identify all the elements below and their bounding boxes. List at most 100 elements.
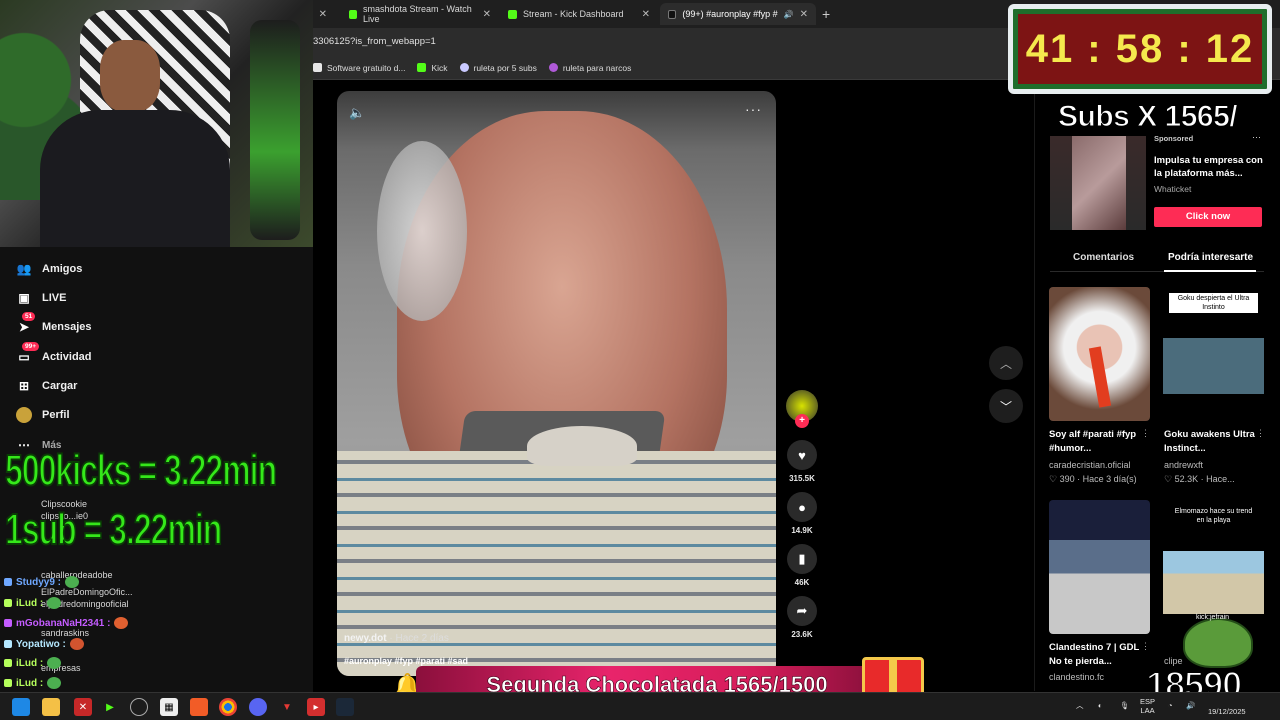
app-icon[interactable]: ✕ xyxy=(74,698,92,716)
system-date[interactable]: 19/12/2025 xyxy=(1208,707,1246,716)
steam-icon[interactable] xyxy=(336,698,354,716)
volume-icon[interactable]: 🔈 xyxy=(349,105,365,121)
suggested-video-user[interactable]: andrewxft xyxy=(1164,460,1203,470)
tray-chevron-icon[interactable]: ︿ xyxy=(1076,701,1084,710)
share-icon[interactable]: ➦ xyxy=(787,596,817,626)
like-count: 315.5K xyxy=(789,474,815,483)
chat-user: Studyy9 : xyxy=(16,576,62,588)
language-indicator[interactable]: ESP LAA xyxy=(1140,697,1155,715)
app-icon[interactable]: ▦ xyxy=(160,698,178,716)
follow-button[interactable]: + xyxy=(795,414,809,428)
notification-badge: 51 xyxy=(22,312,36,321)
more-options-icon[interactable]: ⋮ xyxy=(1256,428,1265,439)
notification-badge: 99+ xyxy=(22,342,40,351)
save-count: 46K xyxy=(794,578,810,587)
messages-icon: ➤ 51 xyxy=(16,312,36,335)
bookmark-kick[interactable]: Kick xyxy=(417,63,448,73)
next-video-button[interactable]: ﹀ xyxy=(989,389,1023,423)
ad-thumbnail[interactable] xyxy=(1050,136,1146,230)
bookmark-icon xyxy=(459,63,469,72)
sidebar-item-amigos[interactable]: 👥 Amigos xyxy=(16,261,83,277)
windows-start-icon[interactable] xyxy=(12,698,30,716)
sidebar-item-mensajes[interactable]: ➤ 51 Mensajes xyxy=(16,312,92,335)
sidebar-item-actividad[interactable]: ▭ 99+ Actividad xyxy=(16,342,92,365)
active-tab-indicator xyxy=(1164,270,1256,272)
share-button[interactable]: ➦ 23.6K xyxy=(786,596,818,639)
tab-kick-dashboard[interactable]: Stream - Kick Dashboard ✕ xyxy=(500,3,658,25)
tab-podria-interesarte[interactable]: Podría interesarte xyxy=(1168,252,1253,263)
chat-user: Yopatiwo : xyxy=(16,638,66,650)
chat-user: iLud : xyxy=(16,657,44,669)
heart-icon[interactable]: ♥ xyxy=(787,440,817,470)
url-text[interactable]: 3306125?is_from_webapp=1 xyxy=(313,36,436,47)
video-hashtags[interactable]: #auronplay #fyp #parati #sad xyxy=(344,656,468,666)
tab-comentarios[interactable]: Comentarios xyxy=(1073,252,1134,263)
badge-icon xyxy=(4,679,12,687)
badge-icon xyxy=(4,640,12,648)
tab-close-partial[interactable]: ✕ xyxy=(313,3,327,25)
ad-brand: Whaticket xyxy=(1154,184,1192,194)
more-options-icon[interactable]: ··· xyxy=(745,101,762,117)
discord-icon[interactable] xyxy=(249,698,267,716)
new-tab-button[interactable]: + xyxy=(822,6,830,22)
comment-icon[interactable]: ● xyxy=(787,492,817,522)
sidebar-item-perfil[interactable]: Perfil xyxy=(16,407,70,423)
bookmark-software[interactable]: Software gratuito d... xyxy=(313,63,405,73)
previous-video-button[interactable]: ︿ xyxy=(989,346,1023,380)
tab-tiktok[interactable]: (99+) #auronplay #fyp #pa 🔊 ✕ xyxy=(660,3,816,25)
gaming-chair xyxy=(250,20,300,240)
close-icon[interactable]: ✕ xyxy=(642,9,650,20)
upload-icon: ⊞ xyxy=(18,379,30,393)
app-icon[interactable]: ▼ xyxy=(278,698,296,716)
suggested-video-thumbnail[interactable]: Goku despierta el Ultra Instinto xyxy=(1163,287,1264,421)
suggested-video-user[interactable]: caradecristian.oficial xyxy=(1049,460,1131,470)
save-button[interactable]: ▮ 46K xyxy=(786,544,818,587)
close-icon[interactable]: ✕ xyxy=(483,9,491,20)
sidebar-item-live[interactable]: ▣ LIVE xyxy=(16,290,66,306)
bookmark-ruleta-narcos[interactable]: ruleta para narcos xyxy=(548,63,631,73)
emote-icon xyxy=(69,638,84,650)
suggested-video-thumbnail[interactable] xyxy=(1049,500,1150,634)
badge-icon xyxy=(4,599,12,607)
emote-icon xyxy=(47,597,62,609)
suggested-video-thumbnail[interactable] xyxy=(1049,287,1150,421)
chat-bg-name: sandraskins xyxy=(41,628,90,638)
brave-icon[interactable] xyxy=(190,698,208,716)
bookmark-icon[interactable]: ▮ xyxy=(787,544,817,574)
suggested-video-meta: ♡ 390 · Hace 3 día(s) xyxy=(1049,474,1137,484)
sidebar-item-cargar[interactable]: ⊞ Cargar xyxy=(16,378,78,394)
tab-smashdota[interactable]: smashdota Stream - Watch Live ✕ xyxy=(341,3,499,25)
ad-cta-button[interactable]: Click now xyxy=(1154,207,1262,227)
suggested-video-title[interactable]: Goku awakens Ultra Instinct... xyxy=(1164,428,1256,456)
suggested-video-user[interactable]: clandestino.fc xyxy=(1049,672,1104,682)
volume-icon[interactable]: 🔊 xyxy=(1186,701,1195,710)
chrome-icon[interactable] xyxy=(219,698,237,716)
network-icon[interactable]: ◐ xyxy=(1098,701,1103,710)
like-button[interactable]: ♥ 315.5K xyxy=(786,440,818,483)
suggested-video-title[interactable]: Soy alf #parati #fyp #humor... xyxy=(1049,428,1141,456)
more-options-icon[interactable]: ⋮ xyxy=(1141,641,1150,652)
video-player[interactable]: 🔈 ··· newy.dot · Hace 2 días #auronplay … xyxy=(337,91,776,676)
microphone-icon[interactable]: 🎙 xyxy=(1120,701,1130,710)
app-icon[interactable]: ▸ xyxy=(307,698,325,716)
thumbnail-caption: Goku despierta el Ultra Instinto xyxy=(1169,293,1258,313)
file-explorer-icon[interactable] xyxy=(42,698,60,716)
chat-user: iLud : xyxy=(16,677,44,689)
ad-title[interactable]: Impulsa tu empresa con la plataforma más… xyxy=(1154,154,1264,180)
comment-button[interactable]: ● 14.9K xyxy=(786,492,818,535)
live-icon: ▣ xyxy=(18,291,30,305)
wifi-icon[interactable]: ◔ xyxy=(1168,701,1173,710)
sponsored-label: Sponsored xyxy=(1154,134,1194,143)
more-options-icon[interactable]: ⋯ xyxy=(1252,132,1261,143)
bookmark-icon xyxy=(313,63,322,72)
bookmark-ruleta-subs[interactable]: ruleta por 5 subs xyxy=(459,63,537,73)
video-author[interactable]: newy.dot · Hace 2 días xyxy=(344,633,449,644)
speaker-icon[interactable]: 🔊 xyxy=(784,10,794,19)
kick-icon xyxy=(417,63,427,72)
play-icon[interactable]: ▶ xyxy=(101,698,119,716)
obs-icon[interactable] xyxy=(130,698,148,716)
suggested-video-title[interactable]: Clandestino 7 | GDL No te pierda... xyxy=(1049,641,1141,669)
more-options-icon[interactable]: ⋮ xyxy=(1141,428,1150,439)
emote-icon xyxy=(47,657,62,669)
close-icon[interactable]: ✕ xyxy=(800,9,808,20)
